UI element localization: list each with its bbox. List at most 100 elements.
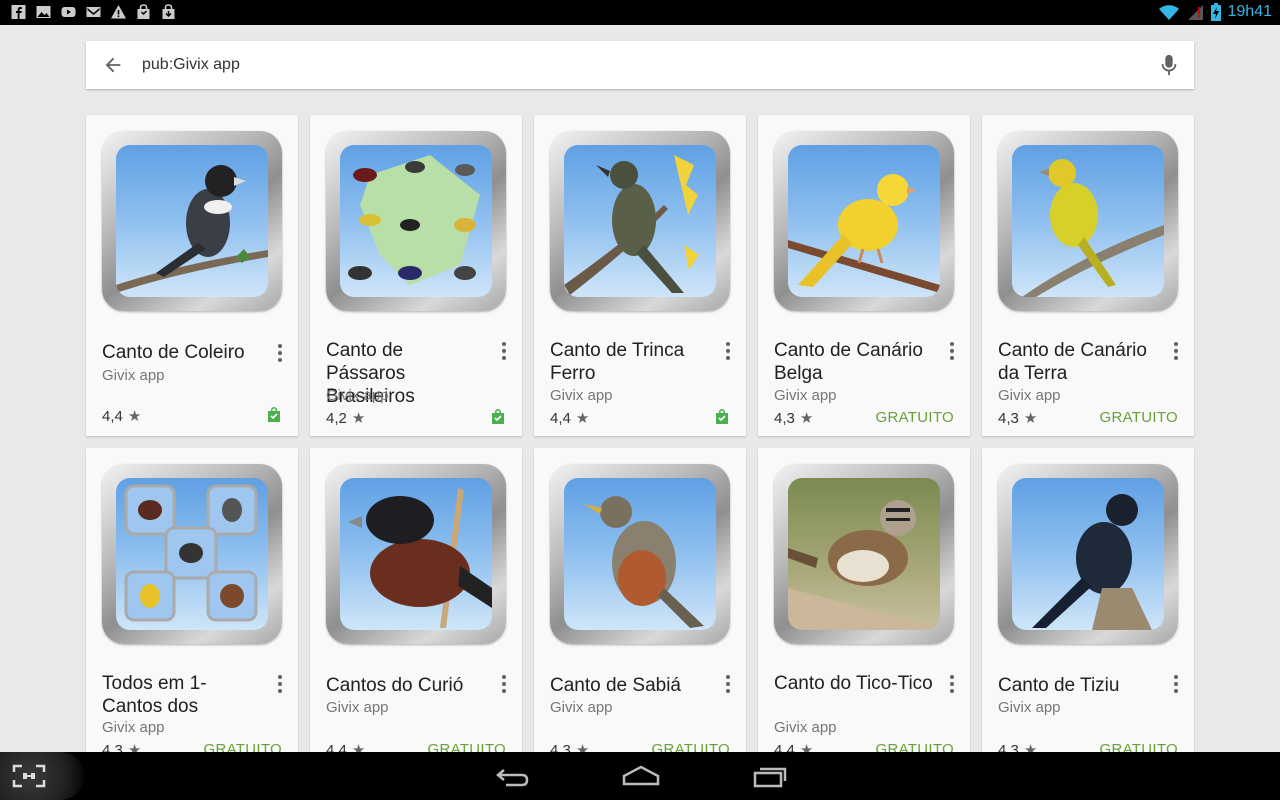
app-developer[interactable]: Givix app (102, 719, 165, 736)
recents-icon[interactable] (752, 764, 788, 788)
overflow-menu-icon[interactable] (946, 341, 958, 361)
app-title[interactable]: Todos em 1- Cantos dos (102, 672, 262, 718)
bird-sabia-image (584, 496, 704, 628)
gallery-icon (36, 6, 51, 18)
rating-value: 4,2 (326, 409, 347, 427)
rating-value: 4,3 (774, 409, 795, 427)
bird-curio-image (348, 488, 492, 628)
notification-icons (10, 4, 177, 20)
gmail-icon (86, 7, 101, 17)
bird-collage-image (124, 484, 258, 622)
app-title[interactable]: Canto de Canário Belga (774, 339, 934, 385)
overflow-menu-icon[interactable] (498, 341, 510, 361)
app-icon[interactable] (774, 131, 954, 311)
app-icon[interactable] (550, 131, 730, 311)
app-developer[interactable]: Givix app (326, 387, 389, 404)
store-bag-icon (162, 4, 175, 19)
overflow-menu-icon[interactable] (722, 341, 734, 361)
overflow-menu-icon[interactable] (274, 343, 286, 363)
status-bar: 19h41 (0, 0, 1280, 25)
app-icon[interactable] (326, 464, 506, 644)
overflow-menu-icon[interactable] (498, 674, 510, 694)
star-icon: ★ (1023, 410, 1038, 427)
app-icon[interactable] (102, 131, 282, 311)
youtube-icon (61, 7, 76, 17)
facebook-icon (11, 5, 26, 19)
app-card[interactable]: Canto do Tico-Tico Givix app 4,4 ★ GRATUI… (758, 448, 970, 759)
rating-value: 4,4 (102, 407, 123, 425)
price-label[interactable]: GRATUITO (875, 409, 954, 426)
rating-value: 4,4 (550, 409, 571, 427)
app-title[interactable]: Canto de Canário da Terra (998, 339, 1158, 385)
signal-icon (1187, 5, 1203, 20)
back-icon[interactable] (496, 764, 530, 788)
home-icon[interactable] (622, 764, 660, 788)
overflow-menu-icon[interactable] (722, 674, 734, 694)
star-icon: ★ (575, 410, 590, 427)
screenshot-button[interactable] (0, 752, 84, 800)
overflow-menu-icon[interactable] (274, 674, 286, 694)
installed-bag-icon (268, 407, 280, 422)
installed-bag-icon (716, 409, 728, 424)
star-icon: ★ (351, 410, 366, 427)
rating-value: 4,3 (998, 409, 1019, 427)
app-rating: 4,3 ★ (774, 409, 814, 428)
app-developer[interactable]: Givix app (774, 719, 837, 736)
app-icon[interactable] (102, 464, 282, 644)
navigation-bar (0, 752, 1280, 800)
clock: 19h41 (1227, 3, 1273, 20)
app-card[interactable]: Canto de Trinca Ferro Givix app 4,4 ★ (534, 115, 746, 436)
star-icon: ★ (127, 408, 142, 425)
brazil-map-birds-image (348, 155, 480, 285)
system-indicators: 19h41 (1158, 2, 1273, 22)
app-icon[interactable] (774, 464, 954, 644)
app-title[interactable]: Canto de Tiziu (998, 674, 1158, 697)
app-icon[interactable] (998, 464, 1178, 644)
overflow-menu-icon[interactable] (946, 674, 958, 694)
bird-canario-belga-image (788, 174, 940, 293)
app-icon[interactable] (326, 131, 506, 311)
app-title[interactable]: Cantos do Curió (326, 674, 486, 697)
screenshot-icon (12, 764, 46, 788)
app-card[interactable]: Canto de Sabiá Givix app 4,3 ★ GRATUITO (534, 448, 746, 759)
app-card[interactable]: Canto de Canário da Terra Givix app 4,3 ★… (982, 115, 1194, 436)
app-rating: 4,3 ★ (998, 409, 1038, 428)
overflow-menu-icon[interactable] (1170, 341, 1182, 361)
bird-trinca-ferro-image (564, 155, 699, 295)
back-arrow-icon[interactable] (102, 54, 124, 76)
app-developer[interactable]: Givix app (326, 699, 389, 716)
app-title[interactable]: Canto do Tico-Tico (774, 672, 934, 695)
bird-coleiro-image (116, 165, 268, 293)
app-card[interactable]: Canto de Canário Belga Givix app 4,3 ★ GR… (758, 115, 970, 436)
app-title[interactable]: Canto de Coleiro (102, 341, 262, 364)
app-rating: 4,4 ★ (102, 407, 142, 426)
app-developer[interactable]: Givix app (550, 387, 613, 404)
app-title[interactable]: Canto de Sabiá (550, 674, 710, 697)
microphone-icon[interactable] (1160, 54, 1178, 76)
app-rating: 4,2 ★ (326, 409, 366, 428)
battery-icon (1210, 3, 1221, 21)
app-card[interactable]: Canto de Tiziu Givix app 4,3 ★ GRATUITO (982, 448, 1194, 759)
app-developer[interactable]: Givix app (102, 367, 165, 384)
wifi-icon (1158, 5, 1179, 20)
app-developer[interactable]: Givix app (998, 699, 1061, 716)
app-card[interactable]: Canto de Coleiro Givix app 4,4 ★ (86, 115, 298, 436)
bird-tiziu-image (1032, 494, 1152, 630)
app-title[interactable]: Canto de Trinca Ferro (550, 339, 710, 385)
app-card[interactable]: Canto de Pássaros Brasileiros Givix app … (310, 115, 522, 436)
overflow-menu-icon[interactable] (1170, 674, 1182, 694)
search-bar[interactable]: pub:Givix app (86, 41, 1194, 89)
price-label[interactable]: GRATUITO (1099, 409, 1178, 426)
app-rating: 4,4 ★ (550, 409, 590, 428)
app-icon[interactable] (998, 131, 1178, 311)
app-developer[interactable]: Givix app (998, 387, 1061, 404)
search-query[interactable]: pub:Givix app (142, 56, 240, 74)
app-card[interactable]: Cantos do Curió Givix app 4,4 ★ GRATUITO (310, 448, 522, 759)
app-icon[interactable] (550, 464, 730, 644)
bird-tico-tico-image (788, 500, 940, 630)
star-icon: ★ (799, 410, 814, 427)
app-developer[interactable]: Givix app (774, 387, 837, 404)
app-developer[interactable]: Givix app (550, 699, 613, 716)
app-card[interactable]: Todos em 1- Cantos dos Givix app 4,3 ★ GR… (86, 448, 298, 759)
warning-icon (111, 5, 126, 19)
